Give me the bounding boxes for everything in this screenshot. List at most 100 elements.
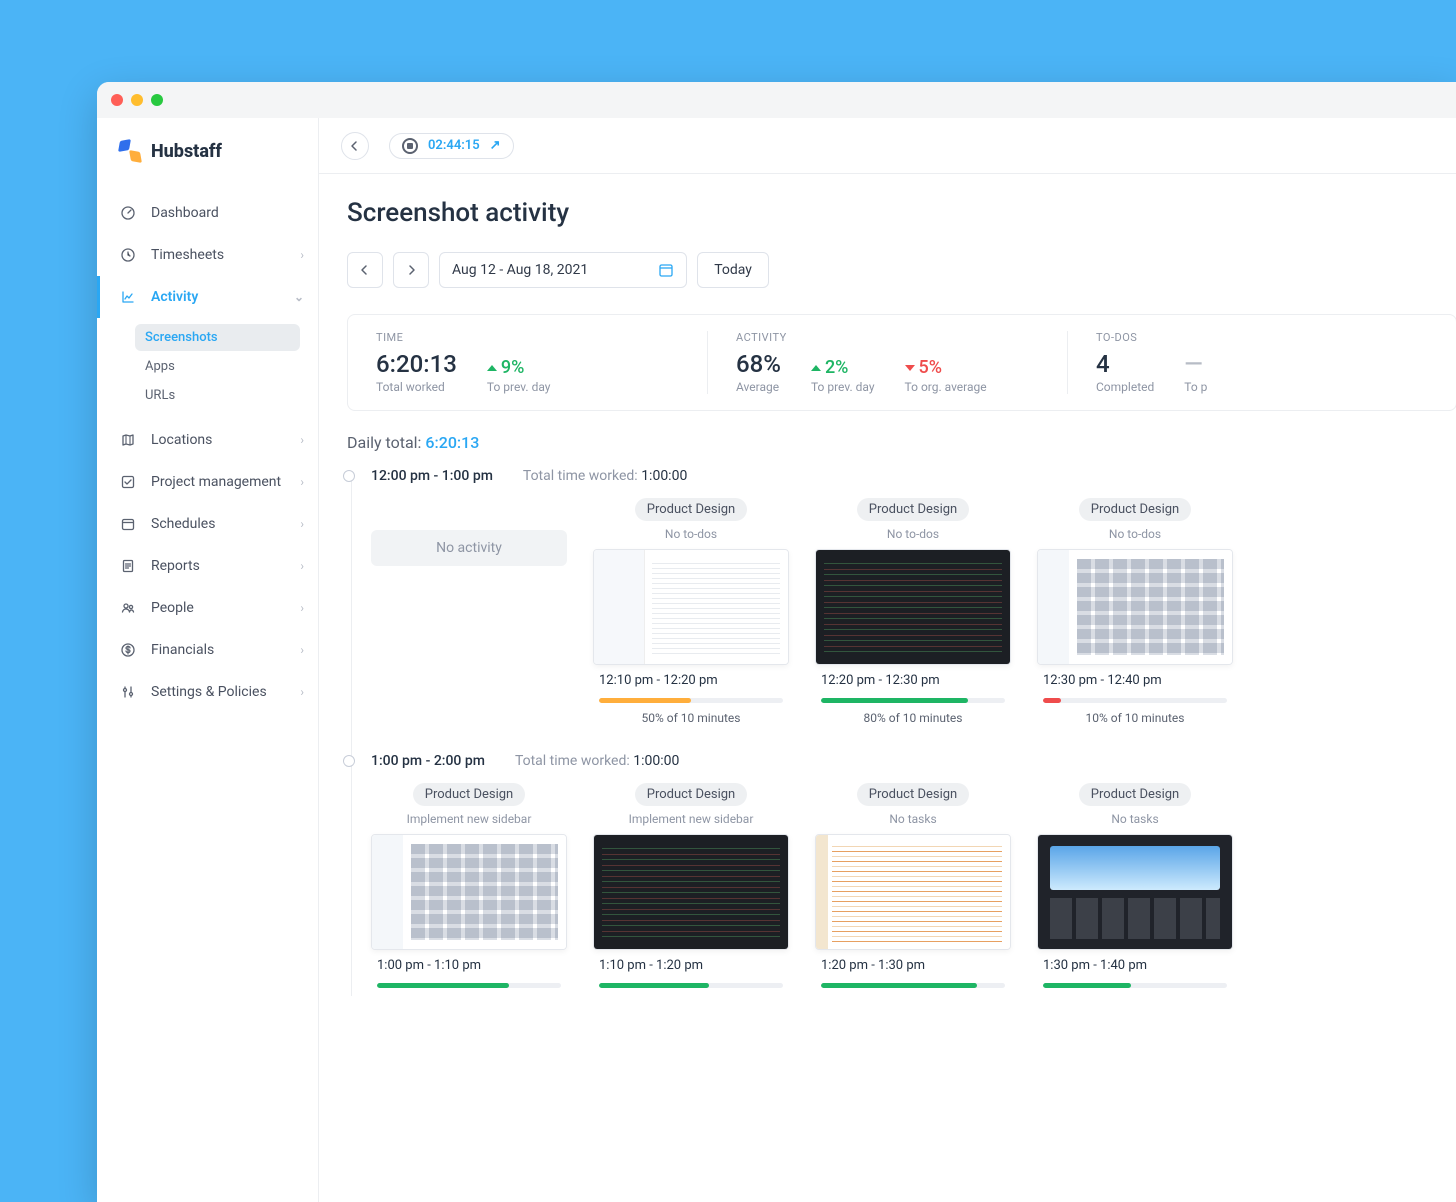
sidebar-item-schedules[interactable]: Schedules› (97, 503, 318, 545)
screenshot-card[interactable]: Product DesignNo to-dos12:30 pm - 12:40 … (1037, 498, 1233, 725)
nav-list: Dashboard Timesheets› Activity ⌄ Screenshots… (97, 184, 318, 713)
screenshot-card[interactable]: Product DesignImplement new sidebar1:10 … (593, 783, 789, 996)
calendar-icon (658, 262, 674, 278)
screenshot-card[interactable]: Product DesignImplement new sidebar1:00 … (371, 783, 567, 996)
app-window: Hubstaff Dashboard Timesheets› Activity ⌄ Sc… (97, 82, 1456, 1202)
screenshot-card[interactable]: Product DesignNo to-dos12:10 pm - 12:20 … (593, 498, 789, 725)
next-date-button[interactable] (393, 252, 429, 288)
prev-date-button[interactable] (347, 252, 383, 288)
daily-total: Daily total: 6:20:13 (347, 433, 1456, 452)
timeline-bullet-icon (343, 755, 355, 767)
summary-panel: TIME 6:20:13 Total worked 9% To prev. da… (347, 314, 1456, 411)
chevron-right-icon: › (300, 433, 304, 447)
project-chip[interactable]: Product Design (857, 498, 969, 521)
chevron-right-icon: › (300, 601, 304, 615)
sidebar-item-settings[interactable]: Settings & Policies› (97, 671, 318, 713)
maximize-icon[interactable] (151, 94, 163, 106)
summary-time-value: 6:20:13 (376, 350, 457, 378)
check-icon (119, 473, 137, 491)
sidebar-item-label: Project management (151, 474, 281, 490)
activity-bar (377, 983, 561, 988)
sidebar-submenu-activity: ScreenshotsAppsURLs (97, 318, 318, 419)
logo-icon (119, 140, 141, 162)
close-icon[interactable] (111, 94, 123, 106)
screenshot-card[interactable]: Product Design No tasks 1:30 pm - 1:40 pm (1037, 783, 1233, 996)
doc-icon (119, 557, 137, 575)
project-chip[interactable]: Product Design (1079, 498, 1191, 521)
sidebar-item-label: Activity (151, 289, 198, 305)
stopwatch-icon (402, 138, 418, 154)
screenshot-thumb[interactable] (1037, 549, 1233, 665)
sidebar-item-dashboard[interactable]: Dashboard (97, 192, 318, 234)
slot-header: 12:00 pm - 1:00 pmTotal time worked: 1:0… (371, 468, 1456, 484)
caret-down-icon (905, 365, 915, 371)
brand-logo[interactable]: Hubstaff (97, 118, 318, 184)
screenshot-card[interactable]: Product DesignNo tasks1:20 pm - 1:30 pm (815, 783, 1011, 996)
caret-up-icon (811, 365, 821, 371)
sidebar-item-locations[interactable]: Locations› (97, 419, 318, 461)
gauge-icon (119, 204, 137, 222)
summary-activity-delta-org: 5% (905, 357, 987, 378)
activity-bar (1043, 983, 1227, 988)
sidebar-item-label: Schedules (151, 516, 215, 532)
card-timespan: 1:10 pm - 1:20 pm (599, 958, 783, 973)
sidebar-item-label: Financials (151, 642, 214, 658)
card-timespan: 12:10 pm - 12:20 pm (599, 673, 783, 688)
card-row: No activity Product DesignNo to-dos12:10 … (371, 498, 1456, 725)
screenshot-thumb[interactable] (593, 834, 789, 950)
slot-header: 1:00 pm - 2:00 pmTotal time worked: 1:00… (371, 753, 1456, 769)
sidebar-item-project[interactable]: Project management › (97, 461, 318, 503)
sliders-icon (119, 683, 137, 701)
screenshot-thumb[interactable] (815, 549, 1011, 665)
popout-icon[interactable]: ↗ (490, 138, 501, 153)
time-slot: 12:00 pm - 1:00 pmTotal time worked: 1:0… (371, 468, 1456, 725)
screenshot-thumb[interactable] (371, 834, 567, 950)
card-timespan: 12:20 pm - 12:30 pm (821, 673, 1005, 688)
screenshot-card[interactable]: Product DesignNo to-dos12:20 pm - 12:30 … (815, 498, 1011, 725)
dollar-icon (119, 641, 137, 659)
sidebar-item-label: Settings & Policies (151, 684, 267, 700)
screenshot-thumb[interactable] (593, 549, 789, 665)
summary-time-sub: Total worked (376, 380, 457, 394)
sidebar-item-label: People (151, 600, 194, 616)
chevron-right-icon: › (300, 475, 304, 489)
sidebar-item-label: Dashboard (151, 205, 219, 221)
no-activity-label: No activity (371, 530, 567, 566)
project-chip[interactable]: Product Design (635, 498, 747, 521)
card-subtitle: No tasks (889, 812, 936, 826)
card-timespan: 1:30 pm - 1:40 pm (1043, 958, 1227, 973)
sidebar-subitem-screenshots[interactable]: Screenshots (135, 324, 300, 351)
back-button[interactable] (341, 132, 369, 160)
project-chip[interactable]: Product Design (857, 783, 969, 806)
sidebar-item-label: Reports (151, 558, 200, 574)
project-chip[interactable]: Product Design (635, 783, 747, 806)
screenshot-card[interactable]: No activity (371, 498, 567, 725)
chevron-down-icon: ⌄ (294, 290, 304, 304)
timer-widget[interactable]: 02:44:15 ↗ (389, 133, 514, 159)
page-title: Screenshot activity (347, 198, 1456, 228)
sidebar-item-reports[interactable]: Reports› (97, 545, 318, 587)
summary-time-delta: 9% (487, 357, 551, 378)
summary-activity-label: ACTIVITY (736, 331, 1039, 344)
arrow-left-icon (349, 140, 361, 152)
screenshot-thumb[interactable] (1037, 834, 1233, 950)
sidebar-subitem-apps[interactable]: Apps (135, 353, 300, 380)
sidebar-item-timesheets[interactable]: Timesheets› (97, 234, 318, 276)
sidebar-subitem-urls[interactable]: URLs (135, 382, 300, 409)
sidebar-item-financials[interactable]: Financials› (97, 629, 318, 671)
activity-bar (821, 983, 1005, 988)
screenshot-thumb[interactable] (815, 834, 1011, 950)
project-chip[interactable]: Product Design (413, 783, 525, 806)
daily-total-value: 6:20:13 (425, 433, 479, 452)
card-subtitle: Implement new sidebar (407, 812, 532, 826)
sidebar-item-activity[interactable]: Activity ⌄ (97, 276, 318, 318)
date-range-picker[interactable]: Aug 12 - Aug 18, 2021 (439, 252, 687, 288)
card-subtitle: No tasks (1111, 812, 1158, 826)
minimize-icon[interactable] (131, 94, 143, 106)
summary-todos-value: 4 (1096, 350, 1154, 378)
activity-bar (599, 983, 783, 988)
project-chip[interactable]: Product Design (1079, 783, 1191, 806)
sidebar-item-people[interactable]: People › (97, 587, 318, 629)
card-row: Product DesignImplement new sidebar1:00 … (371, 783, 1456, 996)
today-button[interactable]: Today (697, 252, 769, 288)
